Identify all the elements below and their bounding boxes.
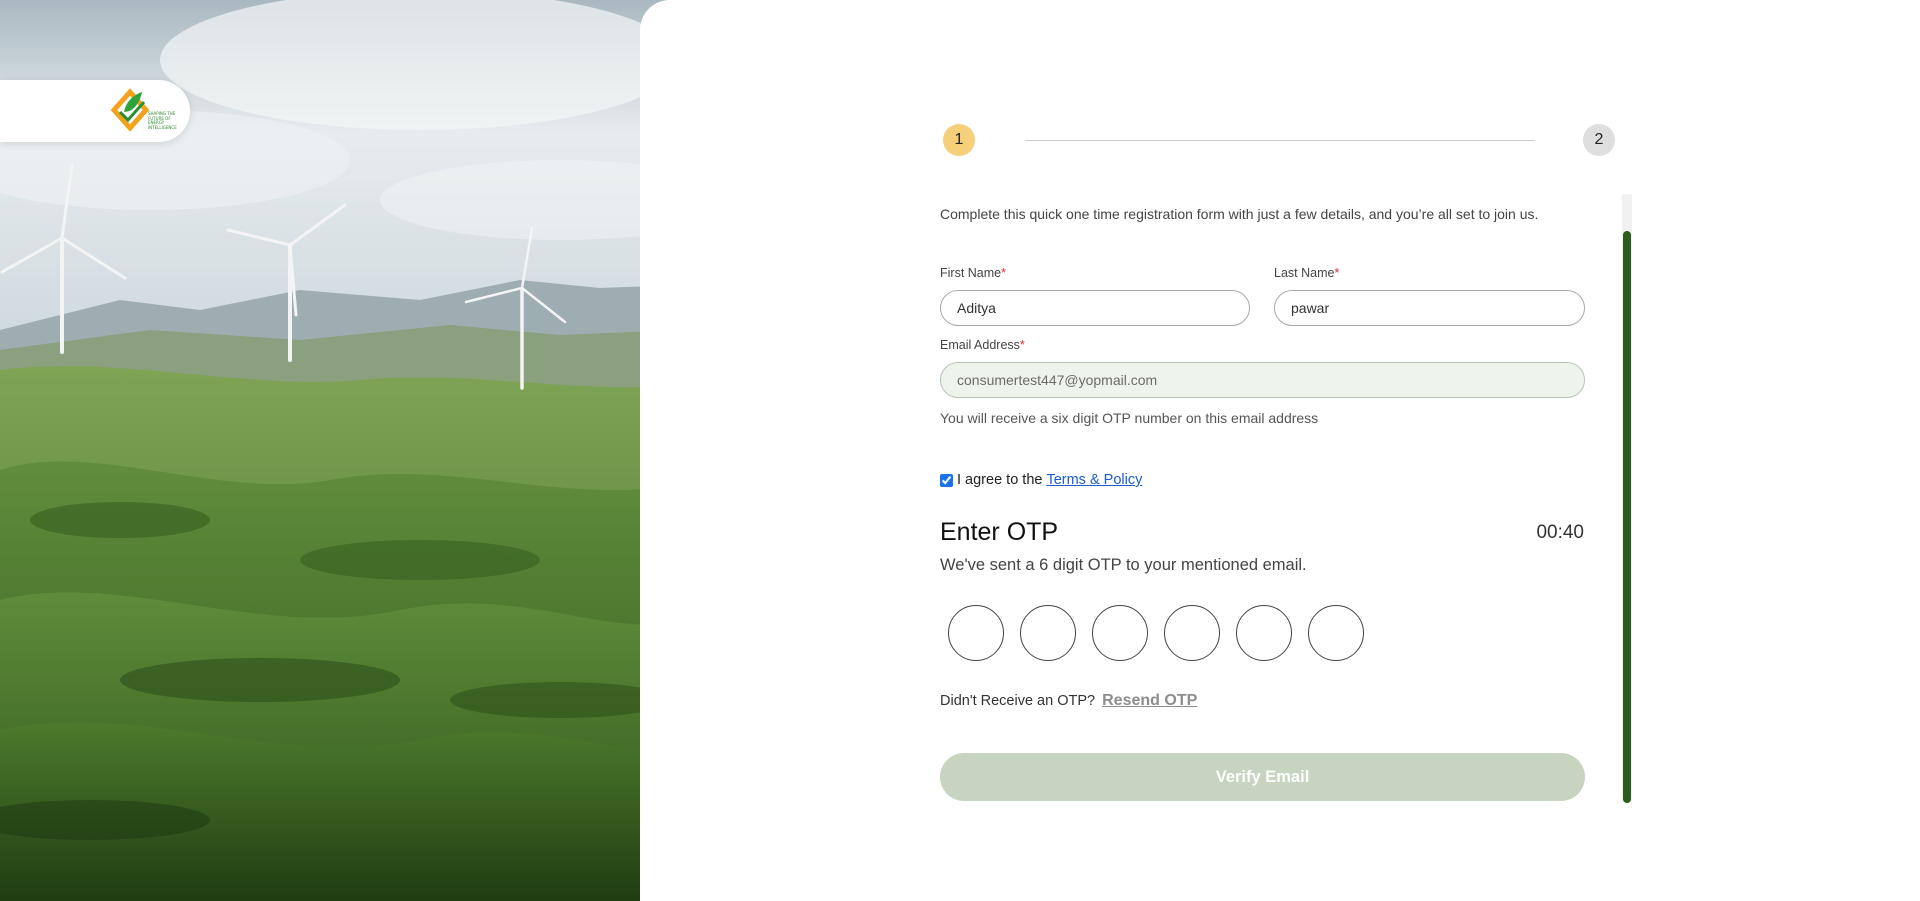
step-indicator-1: 1 [943, 124, 975, 156]
otp-countdown-timer: 00:40 [1536, 522, 1584, 543]
stepper-connector [1025, 140, 1535, 141]
verify-email-button[interactable]: Verify Email [940, 753, 1585, 801]
hero-landscape-image: SHAPING THE FUTURE OF ENERGY INTELLIGENC… [0, 0, 680, 901]
terms-agree-row: I agree to the Terms & Policy [938, 472, 1142, 488]
terms-checkbox[interactable] [940, 473, 953, 487]
last-name-field[interactable] [1274, 290, 1585, 326]
last-name-label-text: Last Name [1274, 266, 1335, 280]
email-field [940, 362, 1585, 398]
otp-input-group [948, 605, 1364, 661]
required-asterisk: * [1334, 266, 1340, 280]
otp-digit-2[interactable] [1020, 605, 1076, 661]
last-name-label: Last Name* [1274, 266, 1339, 280]
otp-digit-1[interactable] [948, 605, 1004, 661]
first-name-field[interactable] [940, 290, 1250, 326]
otp-digit-3[interactable] [1092, 605, 1148, 661]
required-asterisk: * [1019, 338, 1025, 352]
email-hint: You will receive a six digit OTP number … [940, 410, 1319, 426]
otp-digit-5[interactable] [1236, 605, 1292, 661]
otp-digit-4[interactable] [1164, 605, 1220, 661]
resend-prompt: Didn't Receive an OTP? [940, 693, 1096, 709]
scrollbar-thumb[interactable] [1623, 231, 1631, 803]
first-name-label-text: First Name [940, 266, 1002, 280]
resend-otp-link[interactable]: Resend OTP [1102, 692, 1197, 709]
registration-intro: Complete this quick one time registratio… [940, 206, 1539, 222]
step-indicator-2: 2 [1583, 124, 1615, 156]
email-label-text: Email Address [940, 338, 1020, 352]
otp-heading: Enter OTP [940, 518, 1059, 546]
clipped-heading [940, 160, 1585, 198]
brand-logo-pill: SHAPING THE FUTURE OF ENERGY INTELLIGENC… [0, 80, 190, 142]
agree-text: I agree to the [957, 472, 1043, 488]
brand-logo-icon [110, 88, 150, 132]
email-label: Email Address* [940, 338, 1025, 352]
terms-policy-link[interactable]: Terms & Policy [1046, 472, 1142, 488]
brand-logo-text: SHAPING THE FUTURE OF ENERGY INTELLIGENC… [148, 111, 177, 130]
resend-otp-row: Didn't Receive an OTP? Resend OTP [940, 692, 1197, 710]
first-name-label: First Name* [940, 266, 1006, 280]
otp-digit-6[interactable] [1308, 605, 1364, 661]
required-asterisk: * [1001, 266, 1006, 280]
otp-subtitle: We've sent a 6 digit OTP to your mention… [940, 556, 1307, 574]
